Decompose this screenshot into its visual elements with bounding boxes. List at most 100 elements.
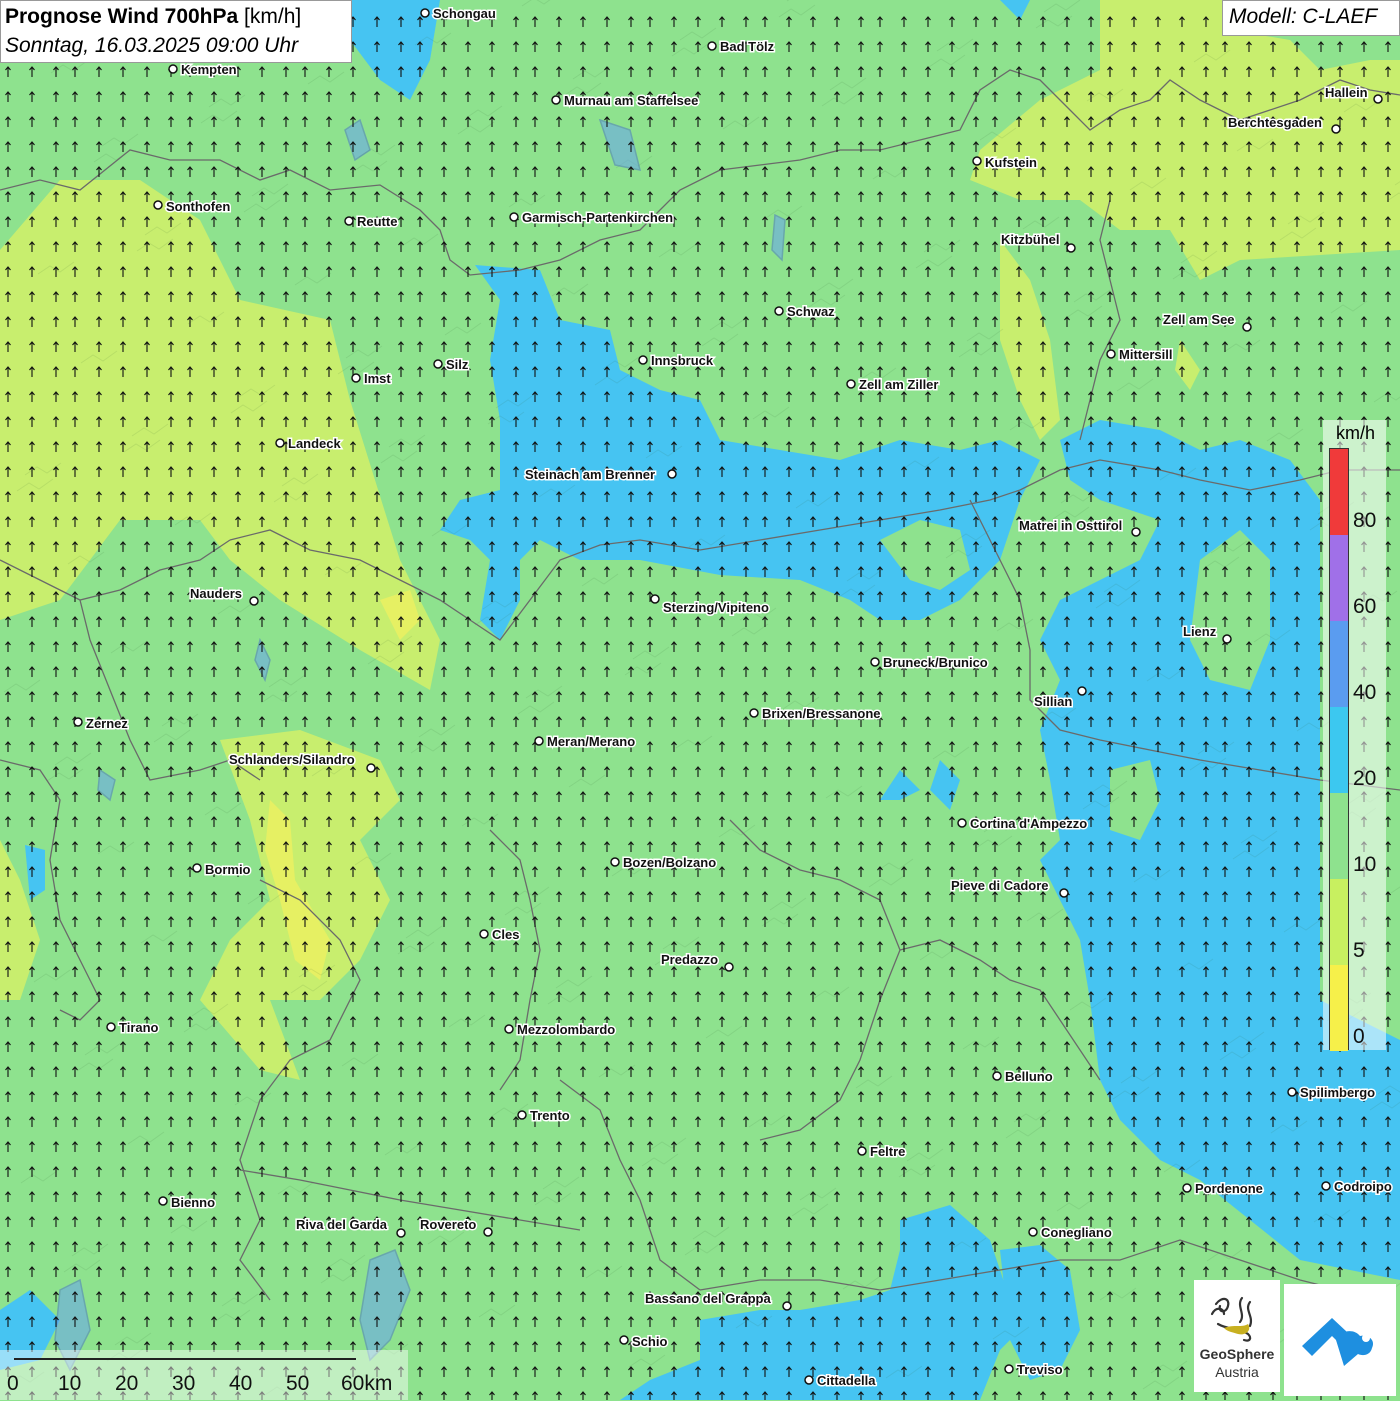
map-subtitle: Sonntag, 16.03.2025 09:00 Uhr xyxy=(5,34,299,57)
svg-text:Schwaz: Schwaz xyxy=(787,304,835,319)
svg-text:Zell am Ziller: Zell am Ziller xyxy=(859,377,938,392)
svg-text:Treviso: Treviso xyxy=(1017,1362,1063,1377)
svg-text:Trento: Trento xyxy=(530,1108,570,1123)
model-label: Modell: C-LAEF xyxy=(1222,0,1400,36)
svg-text:Zell am See: Zell am See xyxy=(1163,312,1235,327)
legend-colorbar xyxy=(1329,448,1349,1051)
city-cortina: Cortina d'Ampezzo xyxy=(957,815,1089,833)
svg-text:Landeck: Landeck xyxy=(288,436,342,451)
city-murnau: Murnau am Staffelsee xyxy=(551,92,700,110)
svg-text:Cles: Cles xyxy=(492,927,519,942)
svg-text:Lienz: Lienz xyxy=(1183,624,1217,639)
legend-segment-10-20 xyxy=(1330,793,1348,879)
svg-text:Schio: Schio xyxy=(632,1334,667,1349)
app-logo[interactable] xyxy=(1284,1284,1396,1396)
legend-segment-80-plus xyxy=(1330,449,1348,535)
city-pordenone: Pordenone xyxy=(1182,1180,1264,1198)
geosphere-logo-line2: Austria xyxy=(1215,1364,1259,1380)
svg-text:Silz: Silz xyxy=(446,357,469,372)
city-garmisch: Garmisch-Partenkirchen xyxy=(509,209,675,227)
svg-text:Schlanders/Silandro: Schlanders/Silandro xyxy=(229,752,355,767)
svg-text:Mittersill: Mittersill xyxy=(1119,347,1172,362)
scale-label-20: 20 xyxy=(115,1372,139,1395)
svg-text:Sillian: Sillian xyxy=(1034,694,1072,709)
city-bozen: Bozen/Bolzano xyxy=(610,854,718,872)
svg-text:Nauders: Nauders xyxy=(190,586,242,601)
svg-text:Bozen/Bolzano: Bozen/Bolzano xyxy=(623,855,716,870)
scale-label-50: 50 xyxy=(286,1372,310,1395)
svg-text:Cortina d'Ampezzo: Cortina d'Ampezzo xyxy=(970,816,1087,831)
city-sonthofen: Sonthofen xyxy=(153,198,232,216)
scale-label-30: 30 xyxy=(172,1372,196,1395)
svg-text:Conegliano: Conegliano xyxy=(1041,1225,1112,1240)
city-conegliano: Conegliano xyxy=(1028,1224,1113,1242)
svg-text:Mezzolombardo: Mezzolombardo xyxy=(517,1022,615,1037)
svg-text:Zernez: Zernez xyxy=(86,716,128,731)
map-title-unit: [km/h] xyxy=(244,5,302,28)
city-zell-am-ziller: Zell am Ziller xyxy=(846,376,940,394)
svg-text:Murnau am Staffelsee: Murnau am Staffelsee xyxy=(564,93,698,108)
svg-text:Feltre: Feltre xyxy=(870,1144,905,1159)
svg-text:Imst: Imst xyxy=(364,371,391,386)
svg-text:Pieve di Cadore: Pieve di Cadore xyxy=(951,878,1049,893)
svg-text:Brixen/Bressanone: Brixen/Bressanone xyxy=(762,706,881,721)
svg-text:Bruneck/Brunico: Bruneck/Brunico xyxy=(883,655,988,670)
svg-text:Cittadella: Cittadella xyxy=(817,1373,876,1388)
legend-unit: km/h xyxy=(1336,423,1376,443)
legend-label-5: 5 xyxy=(1353,939,1365,962)
wind-map[interactable]: Schongau Bad Tölz Kempten Murnau am Staf… xyxy=(0,0,1400,1400)
svg-text:Steinach am Brenner: Steinach am Brenner xyxy=(525,467,655,482)
svg-text:Garmisch-Partenkirchen: Garmisch-Partenkirchen xyxy=(522,210,673,225)
legend-label-10: 10 xyxy=(1353,853,1377,876)
scale-bar: 0 10 20 30 40 50 60km xyxy=(0,1350,408,1400)
svg-text:Kufstein: Kufstein xyxy=(985,155,1037,170)
scale-label-10: 10 xyxy=(58,1372,82,1395)
svg-text:Bienno: Bienno xyxy=(171,1195,215,1210)
svg-text:Meran/Merano: Meran/Merano xyxy=(547,734,635,749)
svg-text:Reutte: Reutte xyxy=(357,214,397,229)
legend-label-20: 20 xyxy=(1353,767,1377,790)
svg-text:Bad Tölz: Bad Tölz xyxy=(720,39,775,54)
legend-label-40: 40 xyxy=(1353,681,1377,704)
geosphere-logo[interactable]: GeoSphere Austria xyxy=(1194,1280,1280,1392)
city-schongau: Schongau xyxy=(420,5,497,23)
svg-text:Schongau: Schongau xyxy=(433,6,496,21)
legend-label-0: 0 xyxy=(1353,1025,1365,1048)
legend-label-60: 60 xyxy=(1353,595,1377,618)
scale-line xyxy=(14,1358,356,1360)
svg-text:Kitzbühel: Kitzbühel xyxy=(1001,232,1060,247)
color-legend: km/h 80 60 40 20 10 5 0 xyxy=(1323,420,1386,1051)
city-innsbruck: Innsbruck xyxy=(638,352,715,370)
geosphere-swirl-icon xyxy=(1210,1296,1253,1342)
city-brixen: Brixen/Bressanone xyxy=(749,705,882,723)
scale-label-60km: 60km xyxy=(341,1372,393,1395)
svg-text:Bormio: Bormio xyxy=(205,862,251,877)
svg-text:Codroipo: Codroipo xyxy=(1334,1179,1392,1194)
svg-text:Sterzing/Vipiteno: Sterzing/Vipiteno xyxy=(663,600,769,615)
svg-text:Bassano del Grappa: Bassano del Grappa xyxy=(645,1291,771,1306)
svg-text:Belluno: Belluno xyxy=(1005,1069,1053,1084)
legend-segment-40-60 xyxy=(1330,621,1348,707)
map-title: Prognose Wind 700hPa [km/h] xyxy=(5,5,301,29)
mountain-cloud-icon xyxy=(1302,1318,1374,1366)
legend-segment-5-10 xyxy=(1330,879,1348,965)
city-spilimbergo: Spilimbergo xyxy=(1287,1084,1377,1102)
map-title-main: Prognose Wind 700hPa xyxy=(5,5,239,28)
city-mezzolombardo: Mezzolombardo xyxy=(504,1021,617,1039)
svg-text:Predazzo: Predazzo xyxy=(661,952,718,967)
legend-label-80: 80 xyxy=(1353,509,1377,532)
svg-text:Pordenone: Pordenone xyxy=(1195,1181,1263,1196)
title-box: Prognose Wind 700hPa [km/h] Sonntag, 16.… xyxy=(0,0,352,63)
scale-label-0: 0 xyxy=(7,1372,19,1395)
svg-text:Kempten: Kempten xyxy=(181,62,237,77)
svg-text:Matrei in Osttirol: Matrei in Osttirol xyxy=(1019,518,1122,533)
city-steinach: Steinach am Brenner xyxy=(524,466,677,484)
scale-label-40: 40 xyxy=(229,1372,253,1395)
legend-segment-0-5 xyxy=(1330,965,1348,1051)
city-bruneck: Bruneck/Brunico xyxy=(870,654,989,672)
geosphere-logo-line1: GeoSphere xyxy=(1199,1346,1275,1362)
svg-text:Innsbruck: Innsbruck xyxy=(651,353,714,368)
svg-text:Rovereto: Rovereto xyxy=(420,1217,476,1232)
svg-text:Riva del Garda: Riva del Garda xyxy=(296,1217,388,1232)
legend-segment-20-40 xyxy=(1330,707,1348,793)
